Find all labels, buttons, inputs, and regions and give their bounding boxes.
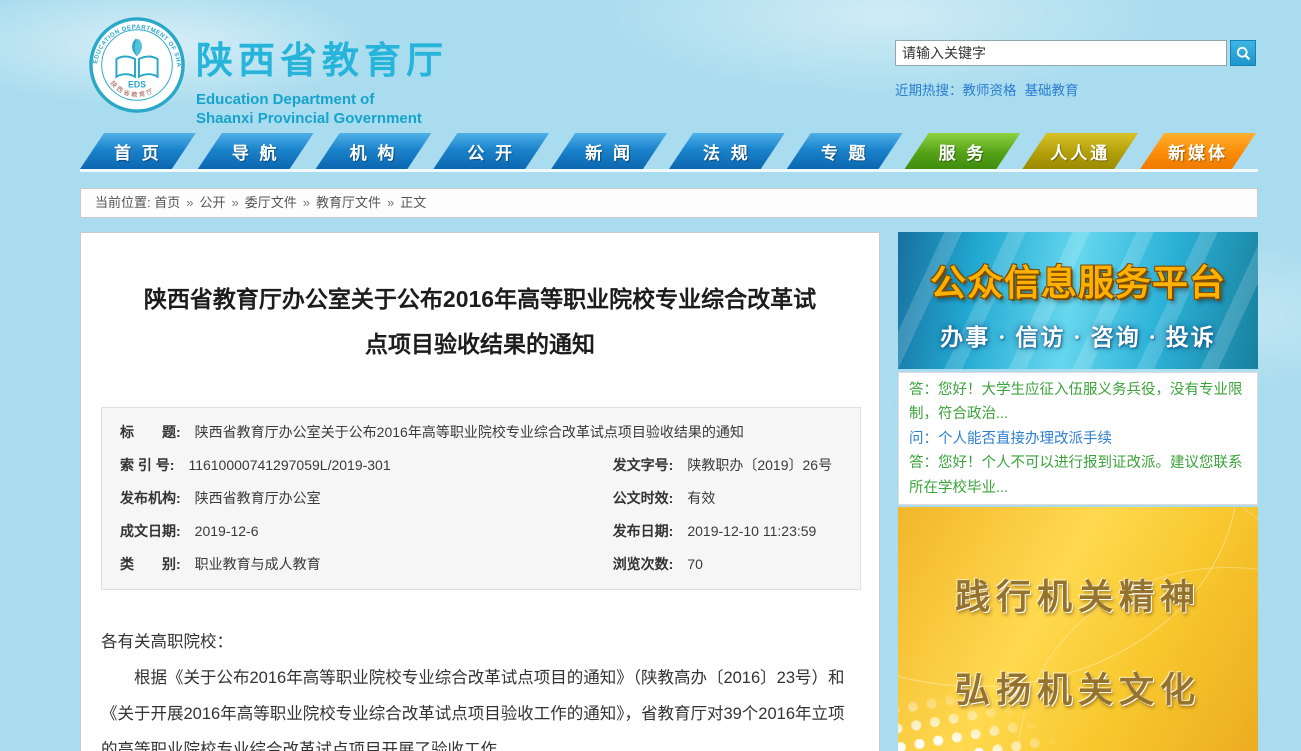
site-title: 陕西省教育厅 Education Department of Shaanxi P… (196, 30, 448, 128)
meta-label: 发文字号: (613, 449, 674, 482)
nav-tab-navigate[interactable]: 导 航 (198, 133, 314, 169)
site-name-cn: 陕西省教育厅 (196, 30, 448, 84)
nav-tab-renrentong[interactable]: 人人通 (1022, 133, 1138, 169)
nav-tab-open[interactable]: 公 开 (433, 133, 549, 169)
breadcrumb-item-3[interactable]: 委厅文件 (245, 195, 297, 210)
nav-tab-org[interactable]: 机 构 (316, 133, 432, 169)
public-info-service-banner[interactable]: 公众信息服务平台 办事 · 信访 · 咨询 · 投诉 (898, 232, 1258, 369)
main-nav: 首 页导 航机 构公 开新 闻法 规专 题服 务人人通新媒体 (80, 133, 1258, 172)
meta-value: 70 (687, 548, 703, 581)
site-logo[interactable]: EDUCATION DEPARTMENT OF SHAANXI 陕西省教育厅 E… (88, 16, 186, 114)
meta-value: 2019-12-10 11:23:59 (687, 515, 816, 548)
meta-row: 发布机构: 陕西省教育厅办公室 公文时效: 有效 (102, 482, 860, 515)
meta-value: 陕西省教育厅办公室关于公布2016年高等职业院校专业综合改革试点项目验收结果的通… (195, 416, 744, 449)
nav-tab-newmedia[interactable]: 新媒体 (1140, 133, 1256, 169)
hot-search-link-2[interactable]: 基础教育 (1025, 83, 1079, 98)
breadcrumb-label: 当前位置: (95, 195, 154, 210)
article-panel: 陕西省教育厅办公室关于公布2016年高等职业院校专业综合改革试点项目验收结果的通… (80, 232, 880, 751)
meta-label: 索 引 号: (120, 449, 174, 482)
breadcrumb-item-1[interactable]: 首页 (154, 195, 180, 210)
education-department-seal-icon: EDUCATION DEPARTMENT OF SHAANXI 陕西省教育厅 E… (88, 16, 186, 114)
meta-cell: 成文日期: 2019-12-6 (102, 515, 595, 548)
meta-cell: 发布机构: 陕西省教育厅办公室 (102, 482, 595, 515)
article-body: 各有关高职院校：根据《关于公布2016年高等职业院校专业综合改革试点项目的通知》… (101, 624, 859, 751)
meta-label: 发布日期: (613, 515, 674, 548)
qa-item-question[interactable]: 问：个人能否直接办理改派手续 (909, 427, 1247, 451)
hot-search-link-1[interactable]: 教师资格 (963, 83, 1017, 98)
breadcrumb-separator: » (232, 195, 239, 210)
meta-row: 索 引 号: 11610000741297059L/2019-301 发文字号: 陕教… (102, 449, 860, 482)
article-paragraph: 各有关高职院校： (101, 624, 859, 660)
nav-tab-topics[interactable]: 专 题 (787, 133, 903, 169)
meta-cell: 公文时效: 有效 (595, 482, 860, 515)
hot-search-label: 近期热搜： (895, 83, 963, 98)
breadcrumb-item-4[interactable]: 教育厅文件 (316, 195, 381, 210)
search-icon (1235, 45, 1252, 62)
qa-item-answer[interactable]: 答：您好！大学生应征入伍服义务兵役，没有专业限制，符合政治... (909, 378, 1247, 427)
site-name-en: Education Department of Shaanxi Provinci… (196, 90, 448, 128)
article-meta-table: 标 题: 陕西省教育厅办公室关于公布2016年高等职业院校专业综合改革试点项目验收… (101, 407, 861, 590)
breadcrumb-separator: » (186, 195, 193, 210)
meta-row: 成文日期: 2019-12-6 发布日期: 2019-12-10 11:23:59 (102, 515, 860, 548)
meta-label: 浏览次数: (613, 548, 674, 581)
agency-culture-banner[interactable]: 践行机关精神 弘扬机关文化 (898, 507, 1258, 751)
meta-label: 发布机构: (120, 482, 181, 515)
search-input[interactable] (895, 40, 1227, 66)
breadcrumb-item-5: 正文 (400, 195, 426, 210)
breadcrumb: 当前位置: 首页 » 公开 » 委厅文件 » 教育厅文件 » 正文 (80, 188, 1258, 218)
qa-list: 答：您好！大学生应征入伍服义务兵役，没有专业限制，符合政治...问：个人能否直接… (898, 372, 1258, 505)
search-button[interactable] (1230, 40, 1256, 66)
meta-cell: 标 题: 陕西省教育厅办公室关于公布2016年高等职业院校专业综合改革试点项目验收… (102, 416, 860, 449)
meta-row: 类 别: 职业教育与成人教育 浏览次数: 70 (102, 548, 860, 581)
meta-value: 陕教职办〔2019〕26号 (687, 449, 832, 482)
breadcrumb-separator: » (303, 195, 310, 210)
meta-row: 标 题: 陕西省教育厅办公室关于公布2016年高等职业院校专业综合改革试点项目验收… (102, 416, 860, 449)
meta-cell: 类 别: 职业教育与成人教育 (102, 548, 595, 581)
article-paragraph: 根据《关于公布2016年高等职业院校专业综合改革试点项目的通知》（陕教高办〔20… (101, 660, 859, 751)
meta-cell: 发布日期: 2019-12-10 11:23:59 (595, 515, 860, 548)
breadcrumb-item-2[interactable]: 公开 (199, 195, 225, 210)
svg-text:EDS: EDS (128, 80, 146, 90)
meta-label: 公文时效: (613, 482, 674, 515)
meta-cell: 浏览次数: 70 (595, 548, 860, 581)
nav-tab-home[interactable]: 首 页 (80, 133, 196, 169)
meta-label: 标 题: (120, 416, 181, 449)
nav-tab-service[interactable]: 服 务 (905, 133, 1021, 169)
meta-value: 陕西省教育厅办公室 (195, 482, 321, 515)
hot-search: 近期热搜：教师资格基础教育 (895, 79, 1259, 99)
nav-tab-law[interactable]: 法 规 (669, 133, 785, 169)
meta-cell: 发文字号: 陕教职办〔2019〕26号 (595, 449, 860, 482)
meta-value: 有效 (687, 482, 715, 515)
banner1-subtitle: 办事 · 信访 · 咨询 · 投诉 (898, 318, 1258, 352)
meta-cell: 索 引 号: 11610000741297059L/2019-301 (102, 449, 595, 482)
article-title: 陕西省教育厅办公室关于公布2016年高等职业院校专业综合改革试点项目验收结果的通… (135, 277, 825, 367)
banner2-line2: 弘扬机关文化 (898, 662, 1258, 713)
search-area: 近期热搜：教师资格基础教育 (895, 40, 1259, 99)
meta-value: 11610000741297059L/2019-301 (188, 449, 390, 482)
qa-item-answer[interactable]: 答：您好！个人不可以进行报到证改派。建议您联系所在学校毕业... (909, 451, 1247, 500)
banner1-title: 公众信息服务平台 (898, 254, 1258, 306)
nav-tab-news[interactable]: 新 闻 (551, 133, 667, 169)
meta-value: 2019-12-6 (195, 515, 259, 548)
meta-value: 职业教育与成人教育 (195, 548, 321, 581)
meta-label: 类 别: (120, 548, 181, 581)
banner2-line1: 践行机关精神 (898, 569, 1258, 620)
breadcrumb-separator: » (387, 195, 394, 210)
meta-label: 成文日期: (120, 515, 181, 548)
